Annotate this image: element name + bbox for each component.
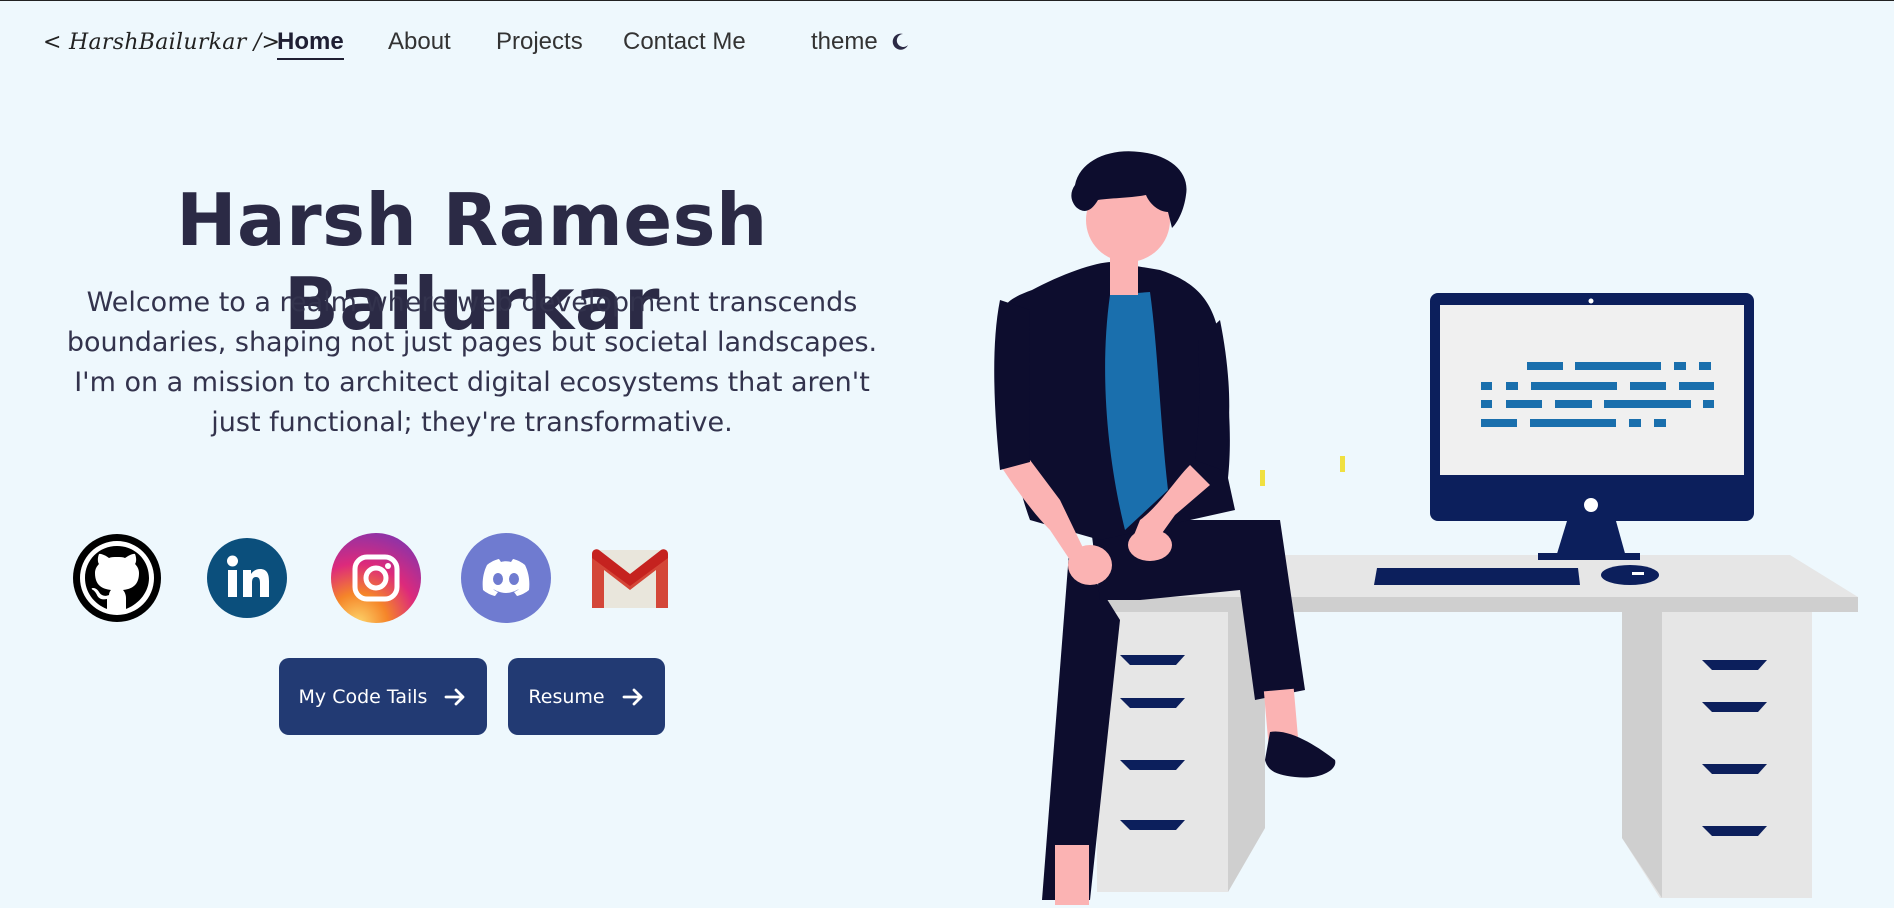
linkedin-icon	[207, 538, 287, 618]
github-link[interactable]	[71, 532, 163, 624]
linkedin-link[interactable]	[201, 532, 293, 624]
instagram-icon	[331, 533, 421, 623]
navbar: < HarshBailurkar /> Home About Projects …	[0, 0, 1894, 90]
theme-toggle[interactable]: theme	[811, 28, 910, 56]
resume-label: Resume	[528, 685, 605, 708]
nav-link-projects[interactable]: Projects	[496, 28, 583, 56]
discord-icon	[461, 533, 551, 623]
nav-link-contact[interactable]: Contact Me	[623, 28, 746, 56]
arrow-right-icon	[445, 688, 465, 705]
my-code-tails-button[interactable]: My Code Tails	[279, 658, 487, 735]
hero-subtitle: Welcome to a realm where web development…	[66, 287, 878, 438]
github-icon	[73, 534, 161, 622]
nav-link-about[interactable]: About	[388, 28, 451, 56]
site-logo[interactable]: < HarshBailurkar />	[43, 30, 280, 55]
my-code-tails-label: My Code Tails	[298, 685, 428, 708]
theme-label: theme	[811, 28, 878, 55]
resume-button[interactable]: Resume	[508, 658, 665, 735]
hero-illustration	[994, 151, 1858, 905]
arrow-right-icon	[622, 688, 642, 705]
discord-link[interactable]	[460, 532, 552, 624]
nav-link-home[interactable]: Home	[277, 28, 344, 60]
instagram-link[interactable]	[330, 532, 422, 624]
gmail-link[interactable]	[586, 532, 674, 624]
moon-icon	[892, 33, 908, 50]
gmail-icon	[592, 549, 668, 608]
